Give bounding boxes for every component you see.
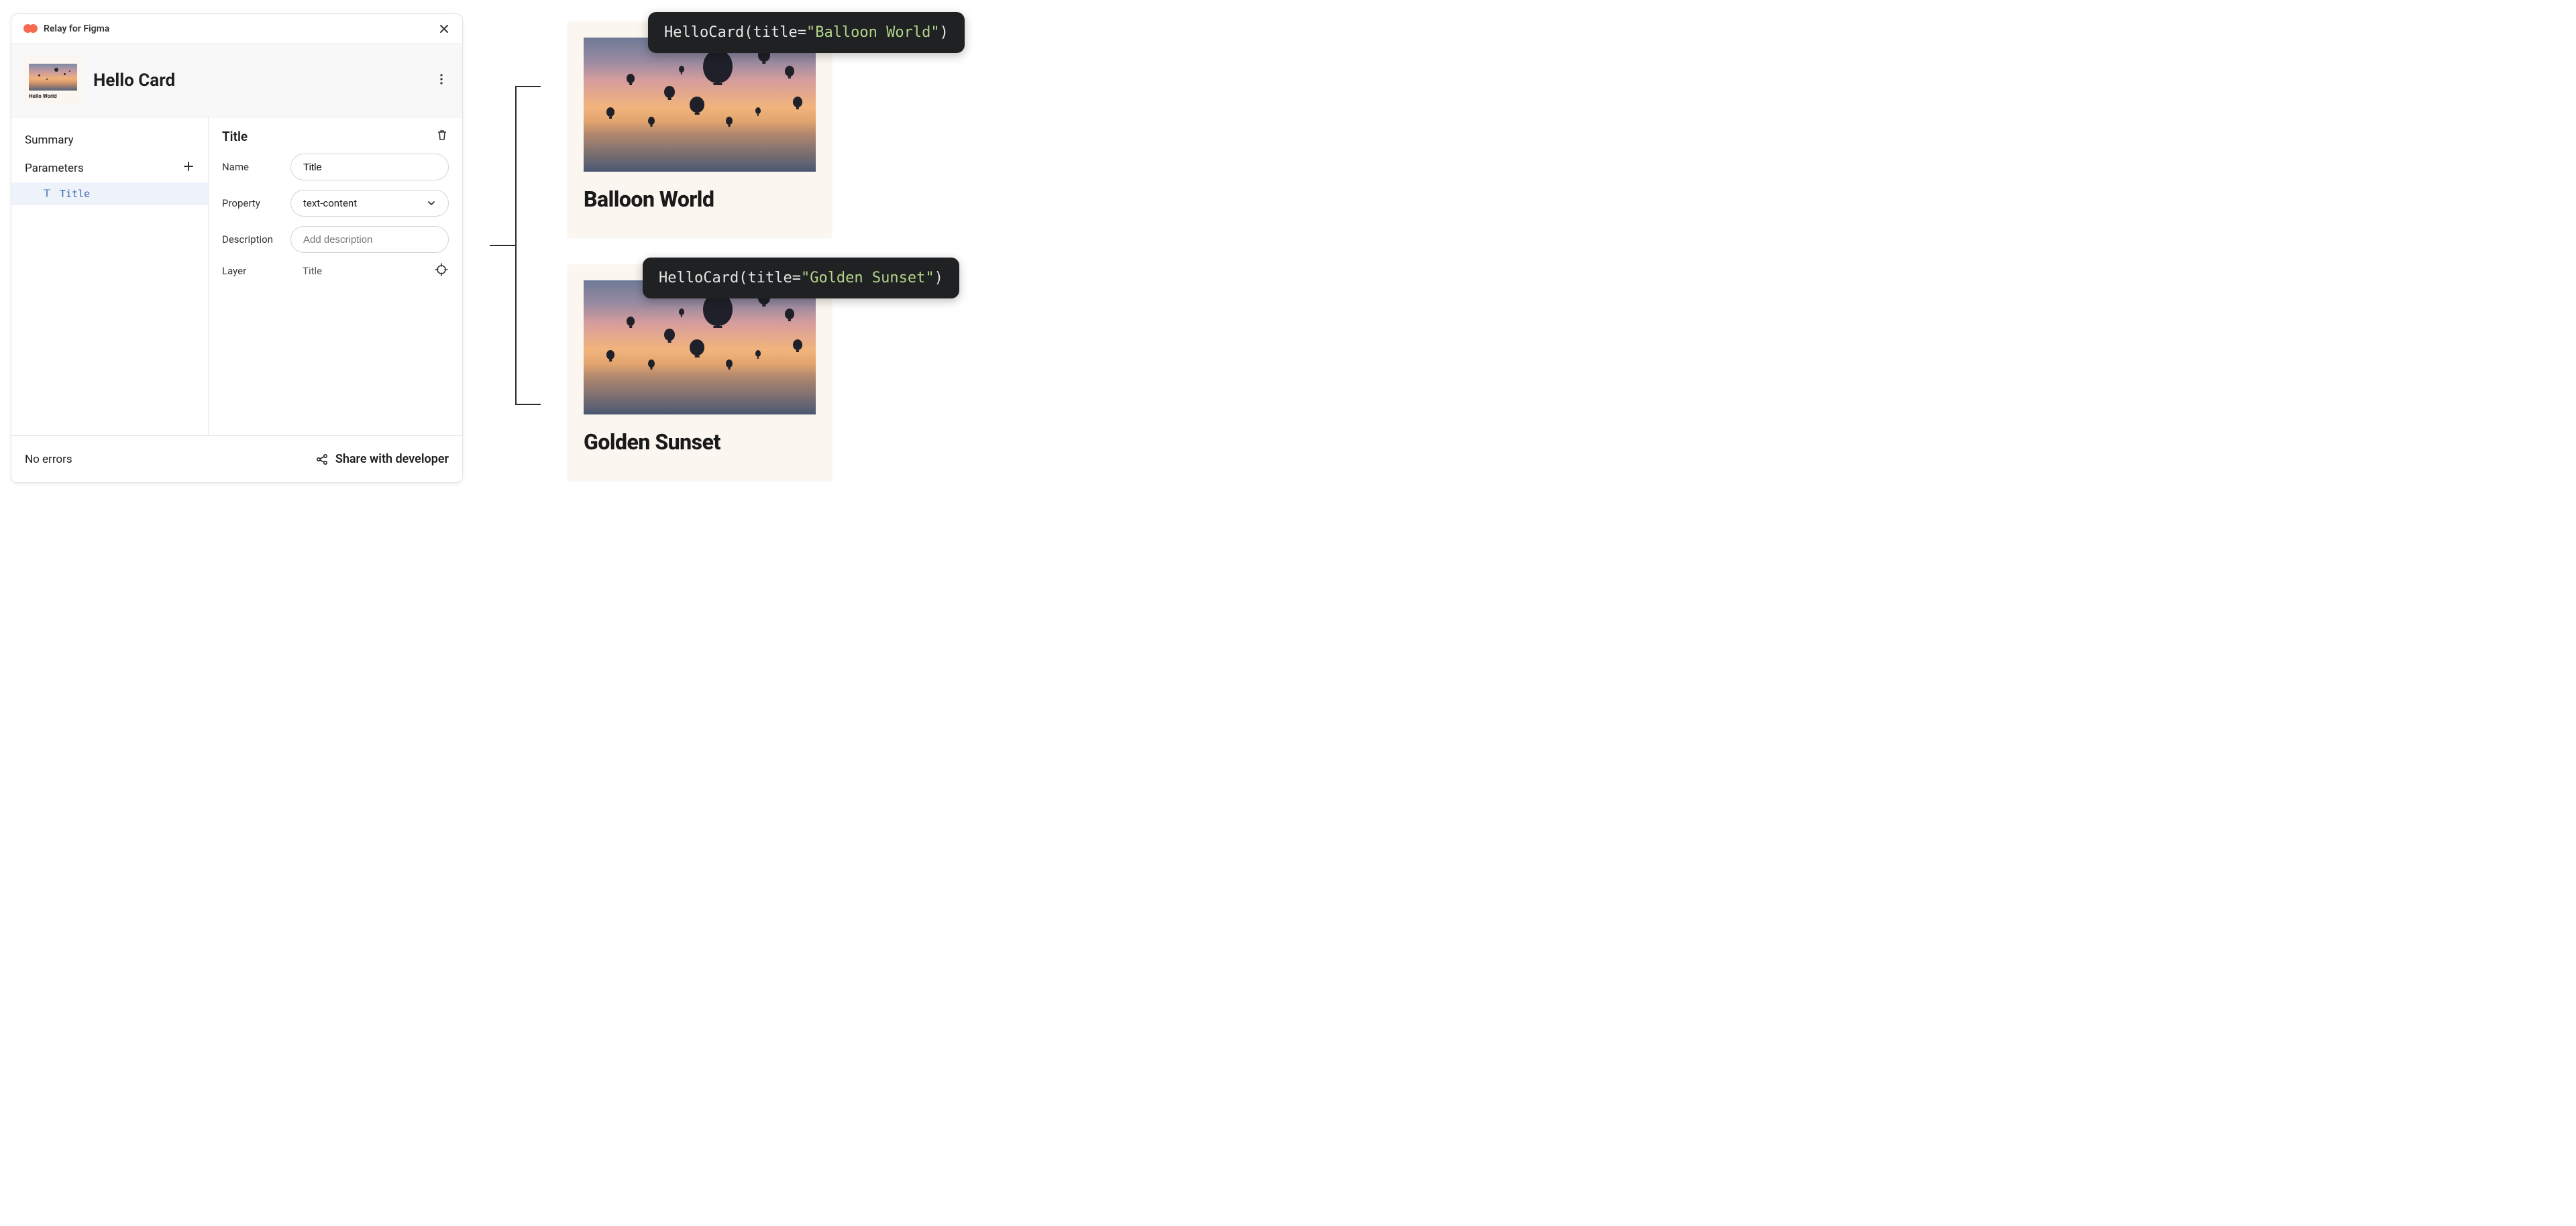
layer-value: Title	[290, 265, 426, 277]
property-select[interactable]: text-content	[290, 190, 449, 217]
sidebar-summary-label: Summary	[25, 133, 73, 147]
description-label: Description	[222, 233, 282, 245]
sidebar-param-title[interactable]: T Title	[11, 182, 208, 205]
text-type-icon: T	[41, 188, 53, 200]
error-status: No errors	[25, 453, 72, 466]
preview-image-2	[584, 280, 816, 414]
trash-icon	[435, 128, 449, 142]
sidebar: Summary Parameters T Title	[11, 117, 209, 435]
preview-title-1: Balloon World	[584, 186, 816, 212]
panel-body: Summary Parameters T Title Title	[11, 117, 462, 435]
preview-image-1	[584, 38, 816, 172]
code-fn-2: HelloCard	[659, 270, 739, 286]
component-name: Hello Card	[93, 70, 422, 91]
detail-heading-row: Title	[222, 128, 449, 144]
description-input[interactable]	[303, 234, 436, 245]
component-thumbnail: Hello World	[23, 56, 83, 105]
sidebar-parameters-label: Parameters	[25, 162, 84, 175]
relay-logo-icon	[23, 24, 38, 34]
chevron-down-icon	[427, 199, 436, 208]
property-label: Property	[222, 197, 282, 209]
name-row: Name	[222, 154, 449, 180]
share-label: Share with developer	[335, 452, 449, 466]
name-input-wrapper[interactable]	[290, 154, 449, 180]
layer-label: Layer	[222, 265, 282, 277]
more-vertical-icon	[435, 73, 447, 85]
name-label: Name	[222, 161, 282, 173]
sidebar-param-label: Title	[60, 188, 90, 200]
share-with-developer-button[interactable]: Share with developer	[315, 452, 449, 466]
delete-parameter-button[interactable]	[435, 128, 449, 144]
component-menu-button[interactable]	[433, 70, 450, 91]
property-row: Property text-content	[222, 190, 449, 217]
preview-title-2: Golden Sunset	[584, 429, 816, 455]
connector-bracket	[515, 86, 541, 405]
preview-card-1: Balloon World	[568, 21, 832, 237]
code-param-1: title	[753, 24, 797, 41]
detail-heading: Title	[222, 129, 248, 144]
detail-pane: Title Name Property text-content	[209, 117, 462, 435]
name-input[interactable]	[303, 162, 436, 173]
panel-footer: No errors Share with developer	[11, 435, 462, 482]
app-name: Relay for Figma	[44, 23, 109, 34]
panel-header: Relay for Figma	[11, 14, 462, 44]
close-icon	[438, 23, 450, 35]
locate-layer-button[interactable]	[434, 262, 449, 280]
code-value-2: "Golden Sunset"	[801, 270, 934, 286]
relay-panel: Relay for Figma Hello World Hello Card	[11, 13, 463, 483]
thumbnail-image	[29, 64, 77, 91]
code-value-1: "Balloon World"	[806, 24, 940, 41]
layer-row: Layer Title	[222, 262, 449, 280]
description-row: Description	[222, 226, 449, 253]
add-parameter-button[interactable]	[182, 160, 195, 176]
sidebar-item-parameters[interactable]: Parameters	[11, 154, 208, 182]
code-snippet-1: HelloCard(title="Balloon World")	[648, 12, 965, 53]
close-button[interactable]	[438, 23, 450, 35]
property-value: text-content	[303, 197, 357, 209]
share-icon	[315, 453, 329, 466]
description-input-wrapper[interactable]	[290, 226, 449, 253]
sidebar-item-summary[interactable]: Summary	[11, 127, 208, 154]
thumbnail-caption: Hello World	[29, 93, 57, 99]
code-fn-1: HelloCard	[664, 24, 744, 41]
code-param-2: title	[747, 270, 792, 286]
component-header: Hello World Hello Card	[11, 44, 462, 117]
plus-icon	[182, 160, 195, 172]
crosshair-icon	[434, 262, 449, 277]
code-snippet-2: HelloCard(title="Golden Sunset")	[643, 258, 959, 298]
